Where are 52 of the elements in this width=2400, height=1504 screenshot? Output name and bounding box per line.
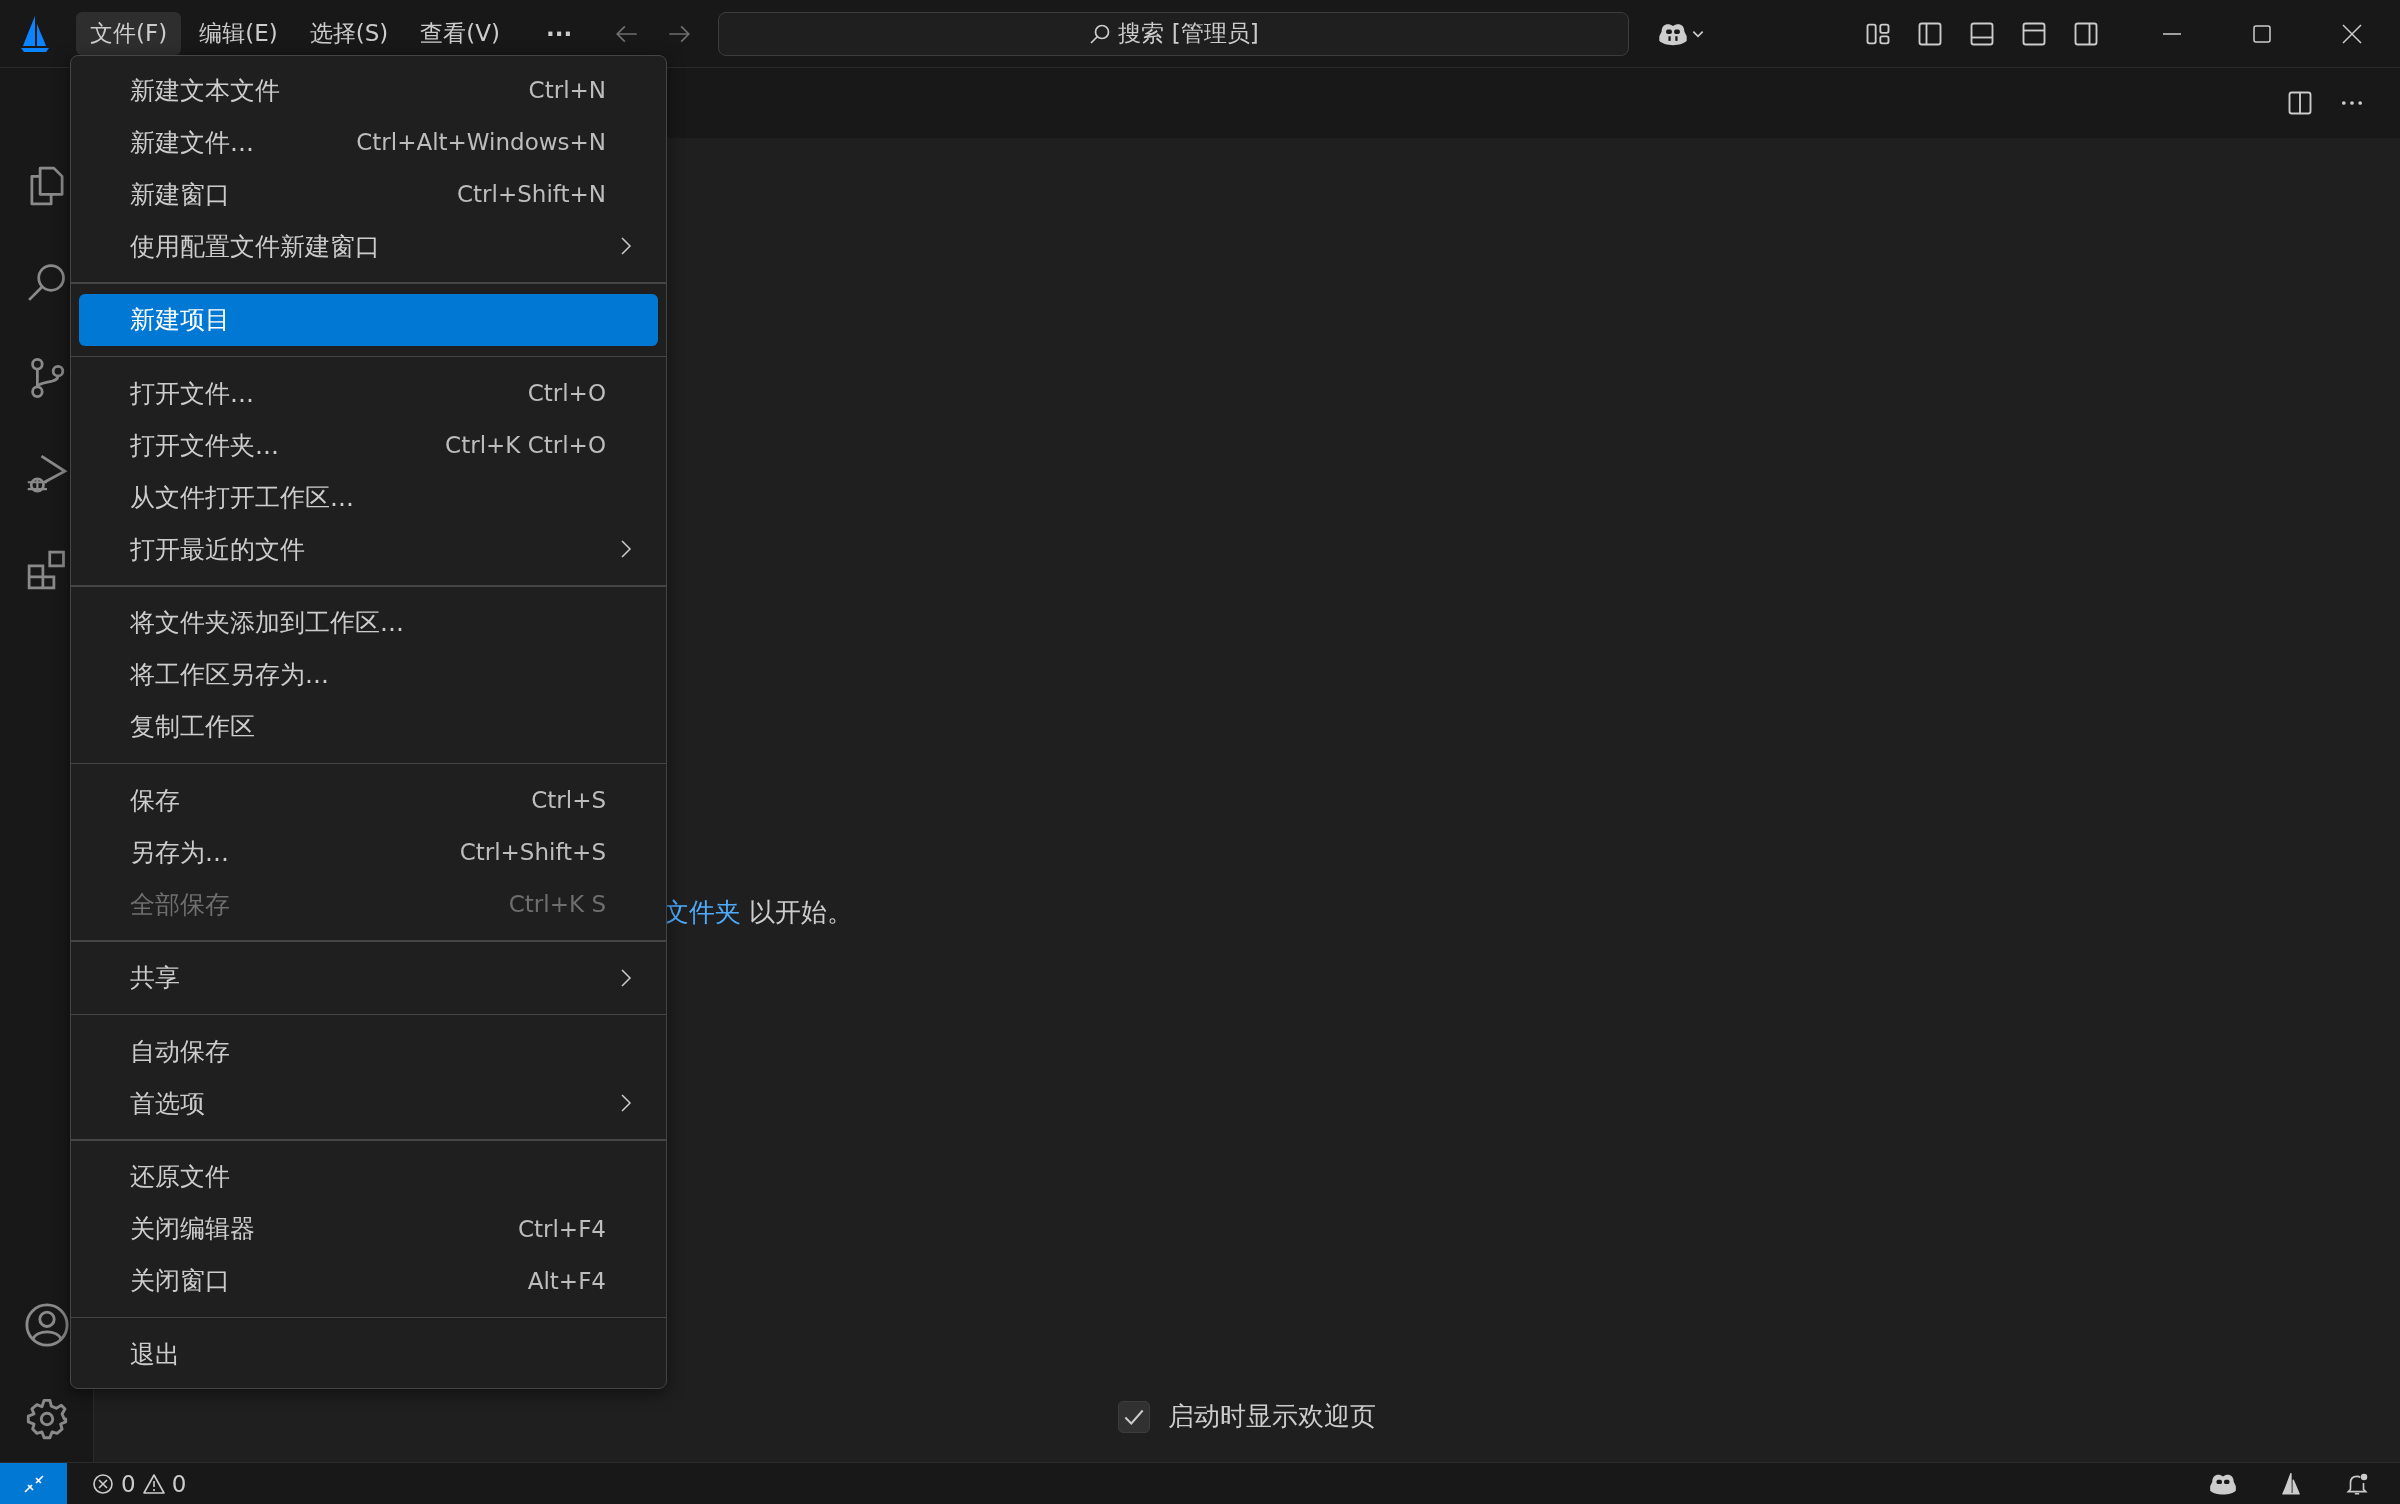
chevron-right-icon bbox=[620, 967, 632, 988]
menu-item[interactable]: 打开文件... Ctrl+O bbox=[79, 367, 658, 419]
keyboard-shortcut: Ctrl+Alt+Windows+N bbox=[356, 129, 606, 155]
problems-button[interactable]: 0 0 bbox=[91, 1470, 187, 1497]
menu-item[interactable]: 关闭编辑器 Ctrl+F4 bbox=[79, 1202, 658, 1255]
menu-item[interactable]: 首选项 bbox=[79, 1077, 658, 1129]
menu-bar-item[interactable]: 查看(V) bbox=[406, 12, 514, 55]
menu-item[interactable]: 新建文件... Ctrl+Alt+Windows+N bbox=[79, 116, 658, 168]
menu-item[interactable]: 使用配置文件新建窗口 bbox=[79, 220, 658, 272]
menu-item[interactable]: 还原文件 bbox=[79, 1150, 658, 1203]
split-editor-icon[interactable] bbox=[2286, 89, 2314, 117]
menu-item[interactable]: 将文件夹添加到工作区... bbox=[79, 596, 658, 649]
close-icon[interactable] bbox=[2340, 21, 2364, 46]
checkbox[interactable] bbox=[1118, 1400, 1150, 1433]
account-icon[interactable] bbox=[23, 1302, 70, 1348]
menu-item[interactable]: 新建文本文件 Ctrl+N bbox=[79, 64, 658, 116]
menu-item[interactable]: 将工作区另存为... bbox=[79, 648, 658, 701]
menu-item[interactable]: 自动保存 bbox=[79, 1025, 658, 1077]
menu-bar-item[interactable]: 选择(S) bbox=[295, 12, 403, 55]
menu-item[interactable]: 保存 Ctrl+S bbox=[79, 774, 658, 826]
checkbox-label: 启动时显示欢迎页 bbox=[1168, 1400, 1376, 1433]
error-count: 0 bbox=[121, 1470, 136, 1497]
command-center-label: 搜索 [管理员] bbox=[1118, 19, 1259, 48]
keyboard-shortcut: Ctrl+Shift+N bbox=[457, 181, 606, 207]
keyboard-shortcut: Ctrl+K S bbox=[508, 891, 606, 917]
keyboard-shortcut: Ctrl+S bbox=[531, 787, 606, 813]
keyboard-shortcut: Ctrl+N bbox=[528, 77, 606, 103]
menu-item[interactable]: 新建窗口 Ctrl+Shift+N bbox=[79, 168, 658, 220]
command-center[interactable]: 搜索 [管理员] bbox=[718, 11, 1630, 56]
chevron-right-icon bbox=[620, 236, 632, 256]
menu-bar-item[interactable]: 文件(F) bbox=[76, 12, 182, 55]
menu-item[interactable]: 关闭窗口 Alt+F4 bbox=[79, 1254, 658, 1307]
menu-item[interactable]: 新建项目 bbox=[79, 293, 658, 346]
chevron-right-icon bbox=[620, 539, 632, 559]
keyboard-shortcut: Ctrl+O bbox=[527, 380, 606, 406]
more-menu[interactable]: ··· bbox=[531, 14, 587, 53]
chevron-right-icon bbox=[620, 1093, 632, 1113]
menu-item[interactable]: 从文件打开工作区... bbox=[79, 471, 658, 523]
menu-item[interactable]: 打开文件夹... Ctrl+K Ctrl+O bbox=[79, 419, 658, 471]
menu-item[interactable]: 复制工作区 bbox=[79, 700, 658, 753]
keyboard-shortcut: Ctrl+Shift+S bbox=[459, 839, 606, 865]
keyboard-shortcut: Alt+F4 bbox=[527, 1267, 606, 1294]
menu-item[interactable]: 共享 bbox=[79, 951, 658, 1004]
keyboard-shortcut: Ctrl+F4 bbox=[517, 1215, 606, 1242]
warning-count: 0 bbox=[171, 1470, 187, 1497]
menu-bar-item[interactable]: 编辑(E) bbox=[185, 12, 292, 55]
menu-item[interactable]: 退出 bbox=[79, 1328, 658, 1380]
menu-item[interactable]: 打开最近的文件 bbox=[79, 523, 658, 575]
warning-icon bbox=[141, 1471, 166, 1496]
menu-item[interactable]: 另存为... Ctrl+Shift+S bbox=[79, 826, 658, 878]
error-icon bbox=[91, 1471, 115, 1496]
keyboard-shortcut: Ctrl+K Ctrl+O bbox=[445, 432, 606, 458]
